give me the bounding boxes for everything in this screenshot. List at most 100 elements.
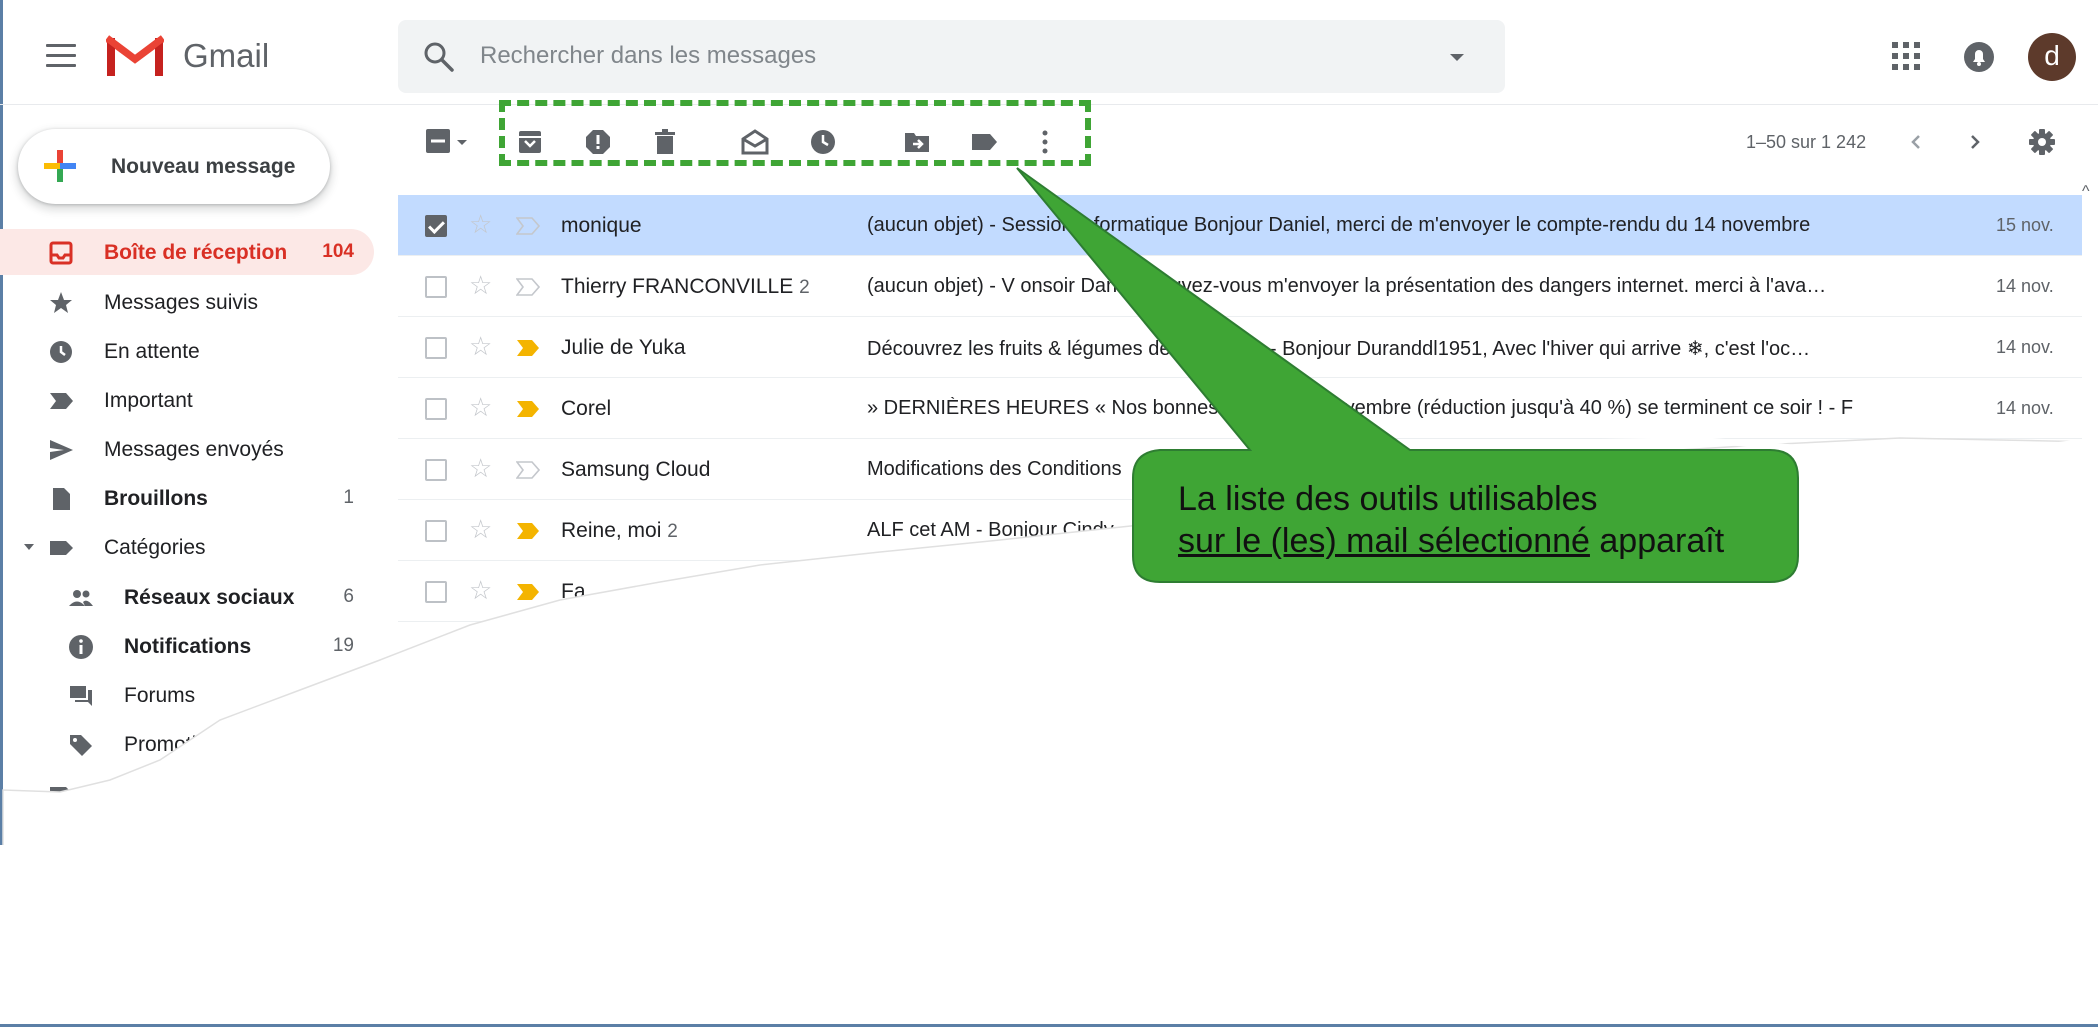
sidebar-item-important[interactable]: Important [0,377,374,423]
thread-count: 2 [667,521,678,542]
star-toggle-icon[interactable]: ☆ [469,514,492,544]
message-date: 14 nov. [1996,276,2054,296]
sender-name: Julie de Yuka [561,336,686,359]
tag-icon [70,735,92,756]
important-icon [50,393,73,409]
select-all-checkbox[interactable] [425,128,453,156]
sidebar-item-label: Catégories [104,536,206,559]
subject-snippet: Découvrez les fruits & légumes de saison… [867,338,1811,360]
sidebar-item-drafts[interactable]: Brouillons 1 [0,475,374,521]
important-marker-icon[interactable] [516,339,540,357]
inbox-icon [49,241,73,265]
sidebar-item-label: Messages envoyés [104,438,284,461]
sidebar-item-notifications[interactable]: Notifications 19 [0,623,374,669]
apps-grid-icon[interactable] [1892,42,1920,70]
subject-snippet: » DERNIÈRES HEURES « Nos bonnes affaires… [867,397,1854,419]
social-count: 6 [343,586,354,607]
sender-name: Reine, moi 2 [561,519,678,542]
callout-line-1: La liste des outils utilisables [1178,480,1598,518]
sidebar-item-label: Forums [124,684,196,707]
subject-snippet: (aucun objet) - V onsoir Daniel, pouvez-… [867,275,1827,297]
expand-caret-icon[interactable] [24,544,34,550]
app-name: Gmail [183,37,270,74]
row-checkbox[interactable] [425,398,447,420]
row-checkbox[interactable] [425,459,447,481]
important-marker-icon[interactable] [516,278,540,296]
notifications-count: 19 [332,635,354,656]
row-checkbox[interactable] [425,520,447,542]
clock-icon [50,341,72,363]
compose-label: Nouveau message [111,155,296,178]
row-checkbox[interactable] [425,215,447,237]
forum-icon [70,686,92,706]
sender-name: monique [561,214,642,237]
table-row[interactable]: ☆ Fa [398,561,2082,622]
compose-button[interactable]: Nouveau message [18,129,330,204]
header: Gmail d [0,0,2098,105]
important-marker-icon[interactable] [516,461,540,479]
sender-name: Corel [561,397,612,420]
important-marker-icon[interactable] [516,583,540,601]
star-toggle-icon[interactable]: ☆ [469,209,492,239]
search-options-caret-icon[interactable] [1450,54,1464,61]
sidebar-item-label-ur[interactable]: Ur [0,770,374,816]
sidebar-item-social[interactable]: Réseaux sociaux 6 [0,574,374,620]
sidebar-item-label: Promotion [124,733,220,756]
row-checkbox[interactable] [425,581,447,603]
gmail-logo-icon[interactable] [106,34,164,78]
row-checkbox[interactable] [425,276,447,298]
pagination-text: 1–50 sur 1 242 [1746,132,1867,152]
sidebar-item-label: Réseaux sociaux [124,586,295,609]
table-row[interactable]: ☆ Julie de Yuka Découvrez les fruits & l… [398,317,2082,378]
thread-count: 2 [799,277,810,298]
sidebar-item-label: Notifications [124,635,252,658]
label-icon [50,541,73,555]
sidebar-item-label: Important [104,389,193,412]
search-icon[interactable] [422,40,456,74]
sidebar-item-forums[interactable]: Forums [0,672,374,718]
star-toggle-icon[interactable]: ☆ [469,453,492,483]
message-date: 15 nov. [1996,215,2054,235]
sidebar-item-promotions[interactable]: Promotion [0,721,374,767]
scroll-up-arrow-icon[interactable]: ^ [2082,183,2090,201]
older-page-chevron-icon[interactable] [1965,128,1985,156]
sender-name: Fa [561,580,586,603]
row-checkbox[interactable] [425,337,447,359]
sender-name: Thierry FRANCONVILLE 2 [561,275,810,298]
label-icon [50,787,73,801]
message-date: 14 nov. [1996,398,2054,418]
star-toggle-icon[interactable]: ☆ [469,331,492,361]
account-avatar[interactable]: d [2028,33,2076,81]
message-date: 14 nov. [1996,337,2054,357]
send-icon [50,440,73,460]
callout-line-2-rest: apparaît [1589,522,1725,560]
notifications-icon[interactable] [1963,41,1995,73]
star-toggle-icon[interactable]: ☆ [469,392,492,422]
sidebar-item-label: Boîte de réception [104,241,288,264]
newer-page-chevron-icon[interactable] [1906,128,1926,156]
callout-annotation: La liste des outils utilisables sur le (… [1178,478,1798,562]
main-menu-icon[interactable] [46,44,76,68]
sidebar-item-sent[interactable]: Messages envoyés [0,426,374,472]
table-row[interactable]: ☆ Corel » DERNIÈRES HEURES « Nos bonnes … [398,378,2082,439]
star-icon [50,292,72,313]
important-marker-icon[interactable] [516,217,540,235]
sidebar-item-label: En attente [104,340,200,363]
table-row[interactable]: ☆ monique (aucun objet) - Session inform… [398,195,2082,256]
sidebar-item-label: Messages suivis [104,291,259,314]
search-bar[interactable] [398,20,1505,93]
important-marker-icon[interactable] [516,400,540,418]
table-row[interactable]: ☆ Thierry FRANCONVILLE 2 (aucun objet) -… [398,256,2082,317]
sidebar-item-starred[interactable]: Messages suivis [0,279,374,325]
sidebar-item-categories[interactable]: Catégories [0,524,374,570]
important-marker-icon[interactable] [516,522,540,540]
select-dropdown-caret-icon[interactable] [456,128,468,156]
sidebar-item-snoozed[interactable]: En attente [0,328,374,374]
star-toggle-icon[interactable]: ☆ [469,270,492,300]
sender-name: Samsung Cloud [561,458,711,481]
sidebar-item-inbox[interactable]: Boîte de réception 104 [0,229,374,275]
settings-gear-icon[interactable] [2028,128,2056,156]
star-toggle-icon[interactable]: ☆ [469,575,492,605]
draft-icon [53,488,70,510]
search-input[interactable] [480,36,1380,76]
